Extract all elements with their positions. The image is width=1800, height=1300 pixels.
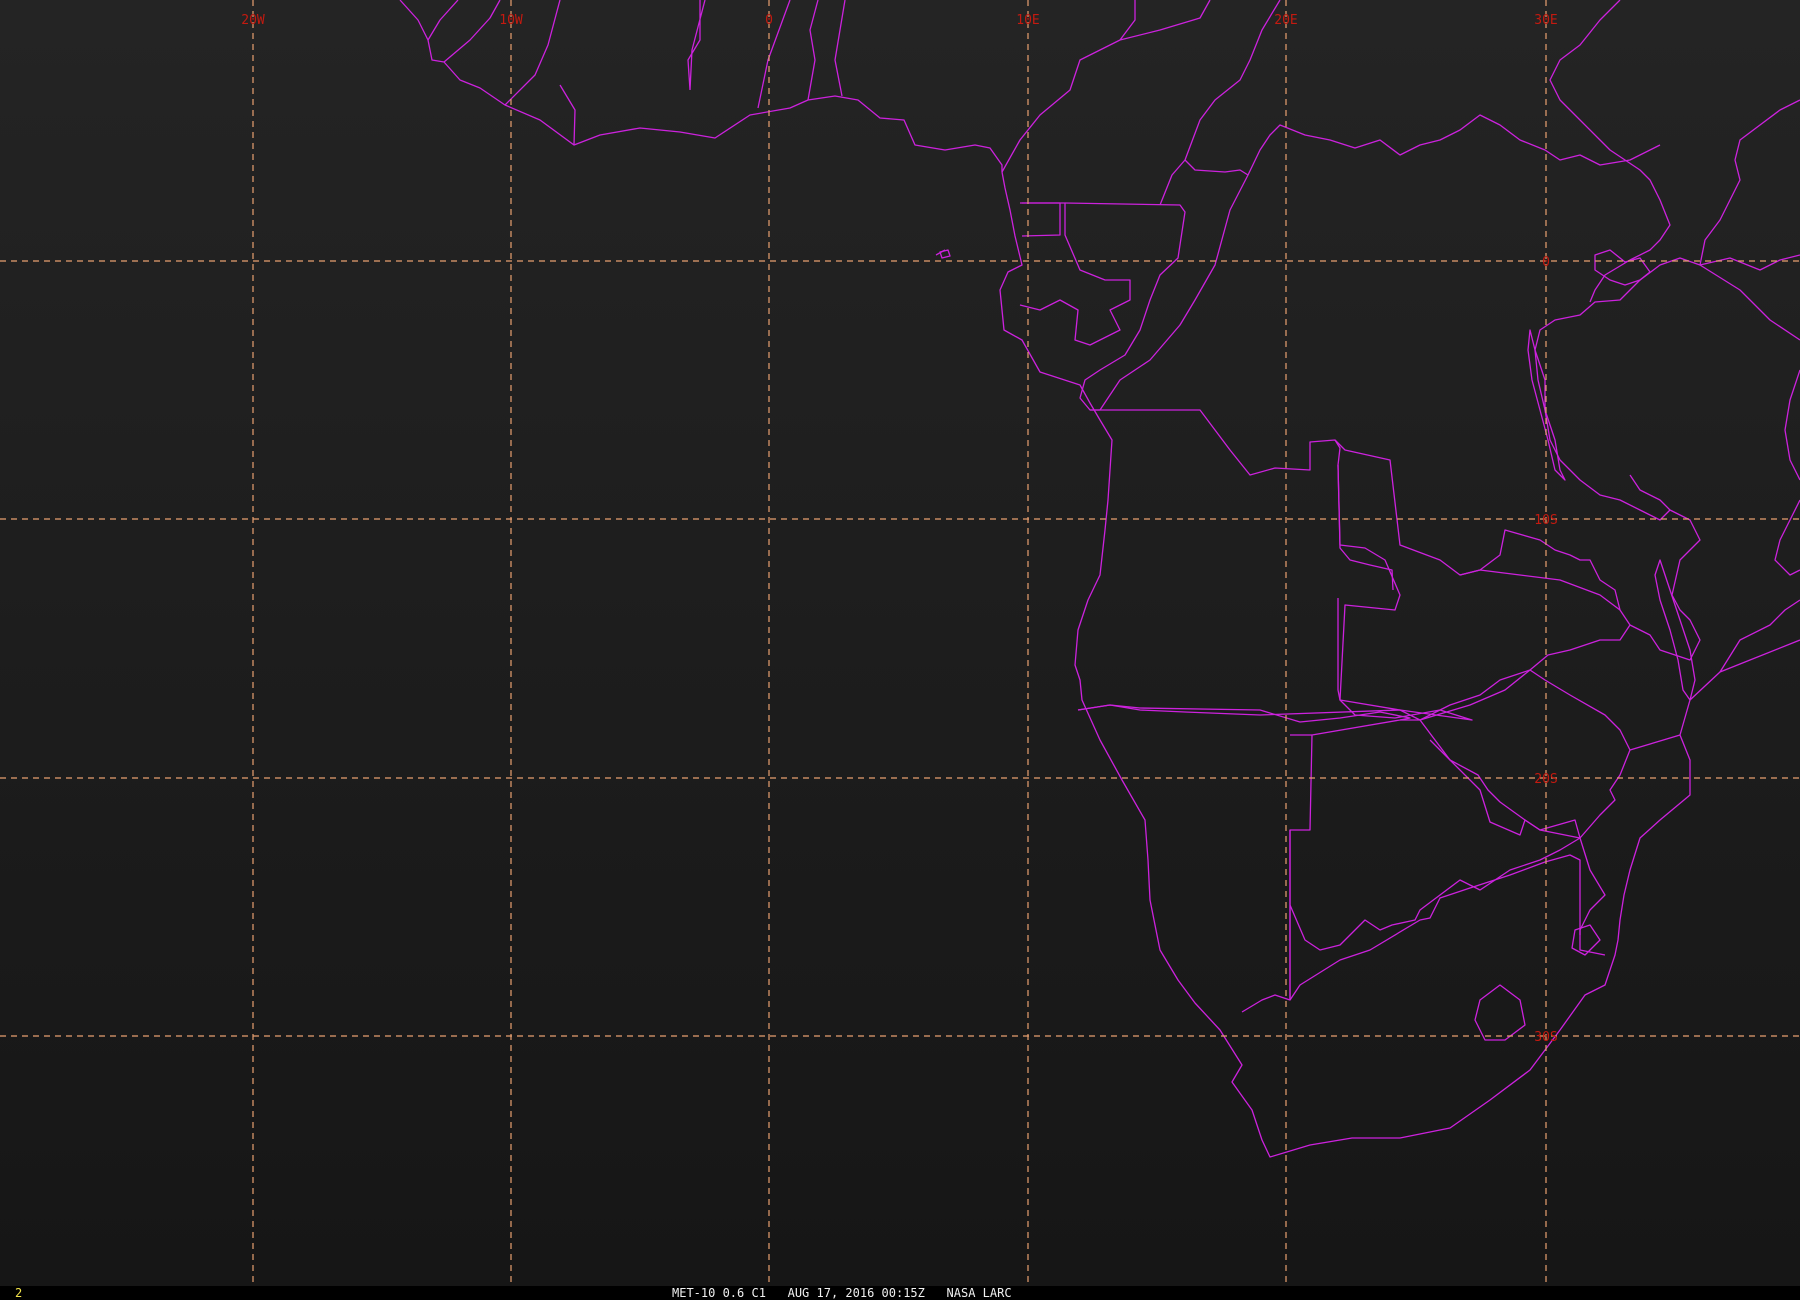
status-bar: 2 MET-10 0.6 C1 AUG 17, 2016 00:15Z NASA… [0,1286,1800,1300]
meridian-label-lon-10w: 10W [499,13,523,28]
frame-number: 2 [15,1286,23,1300]
parallel-label-lat-20s: 20S [1534,772,1557,787]
meridian-label-lon-20e: 20E [1274,13,1297,28]
satellite-map[interactable]: 20W 10W 0 10E 20E 30E 0 10S 20S 30S [0,0,1800,1286]
meridian-label-lon-0: 0 [765,13,773,28]
meridian-label-lon-20w: 20W [241,13,265,28]
map-canvas: 20W 10W 0 10E 20E 30E 0 10S 20S 30S [0,0,1800,1286]
parallel-label-lat-30s: 30S [1534,1030,1557,1045]
meridian-label-lon-10e: 10E [1016,13,1039,28]
map-background [0,0,1800,1286]
parallel-label-lat-0: 0 [1542,255,1550,270]
meridian-label-lon-30e: 30E [1534,13,1557,28]
parallel-label-lat-10s: 10S [1534,513,1557,528]
image-caption: MET-10 0.6 C1 AUG 17, 2016 00:15Z NASA L… [672,1286,1012,1300]
